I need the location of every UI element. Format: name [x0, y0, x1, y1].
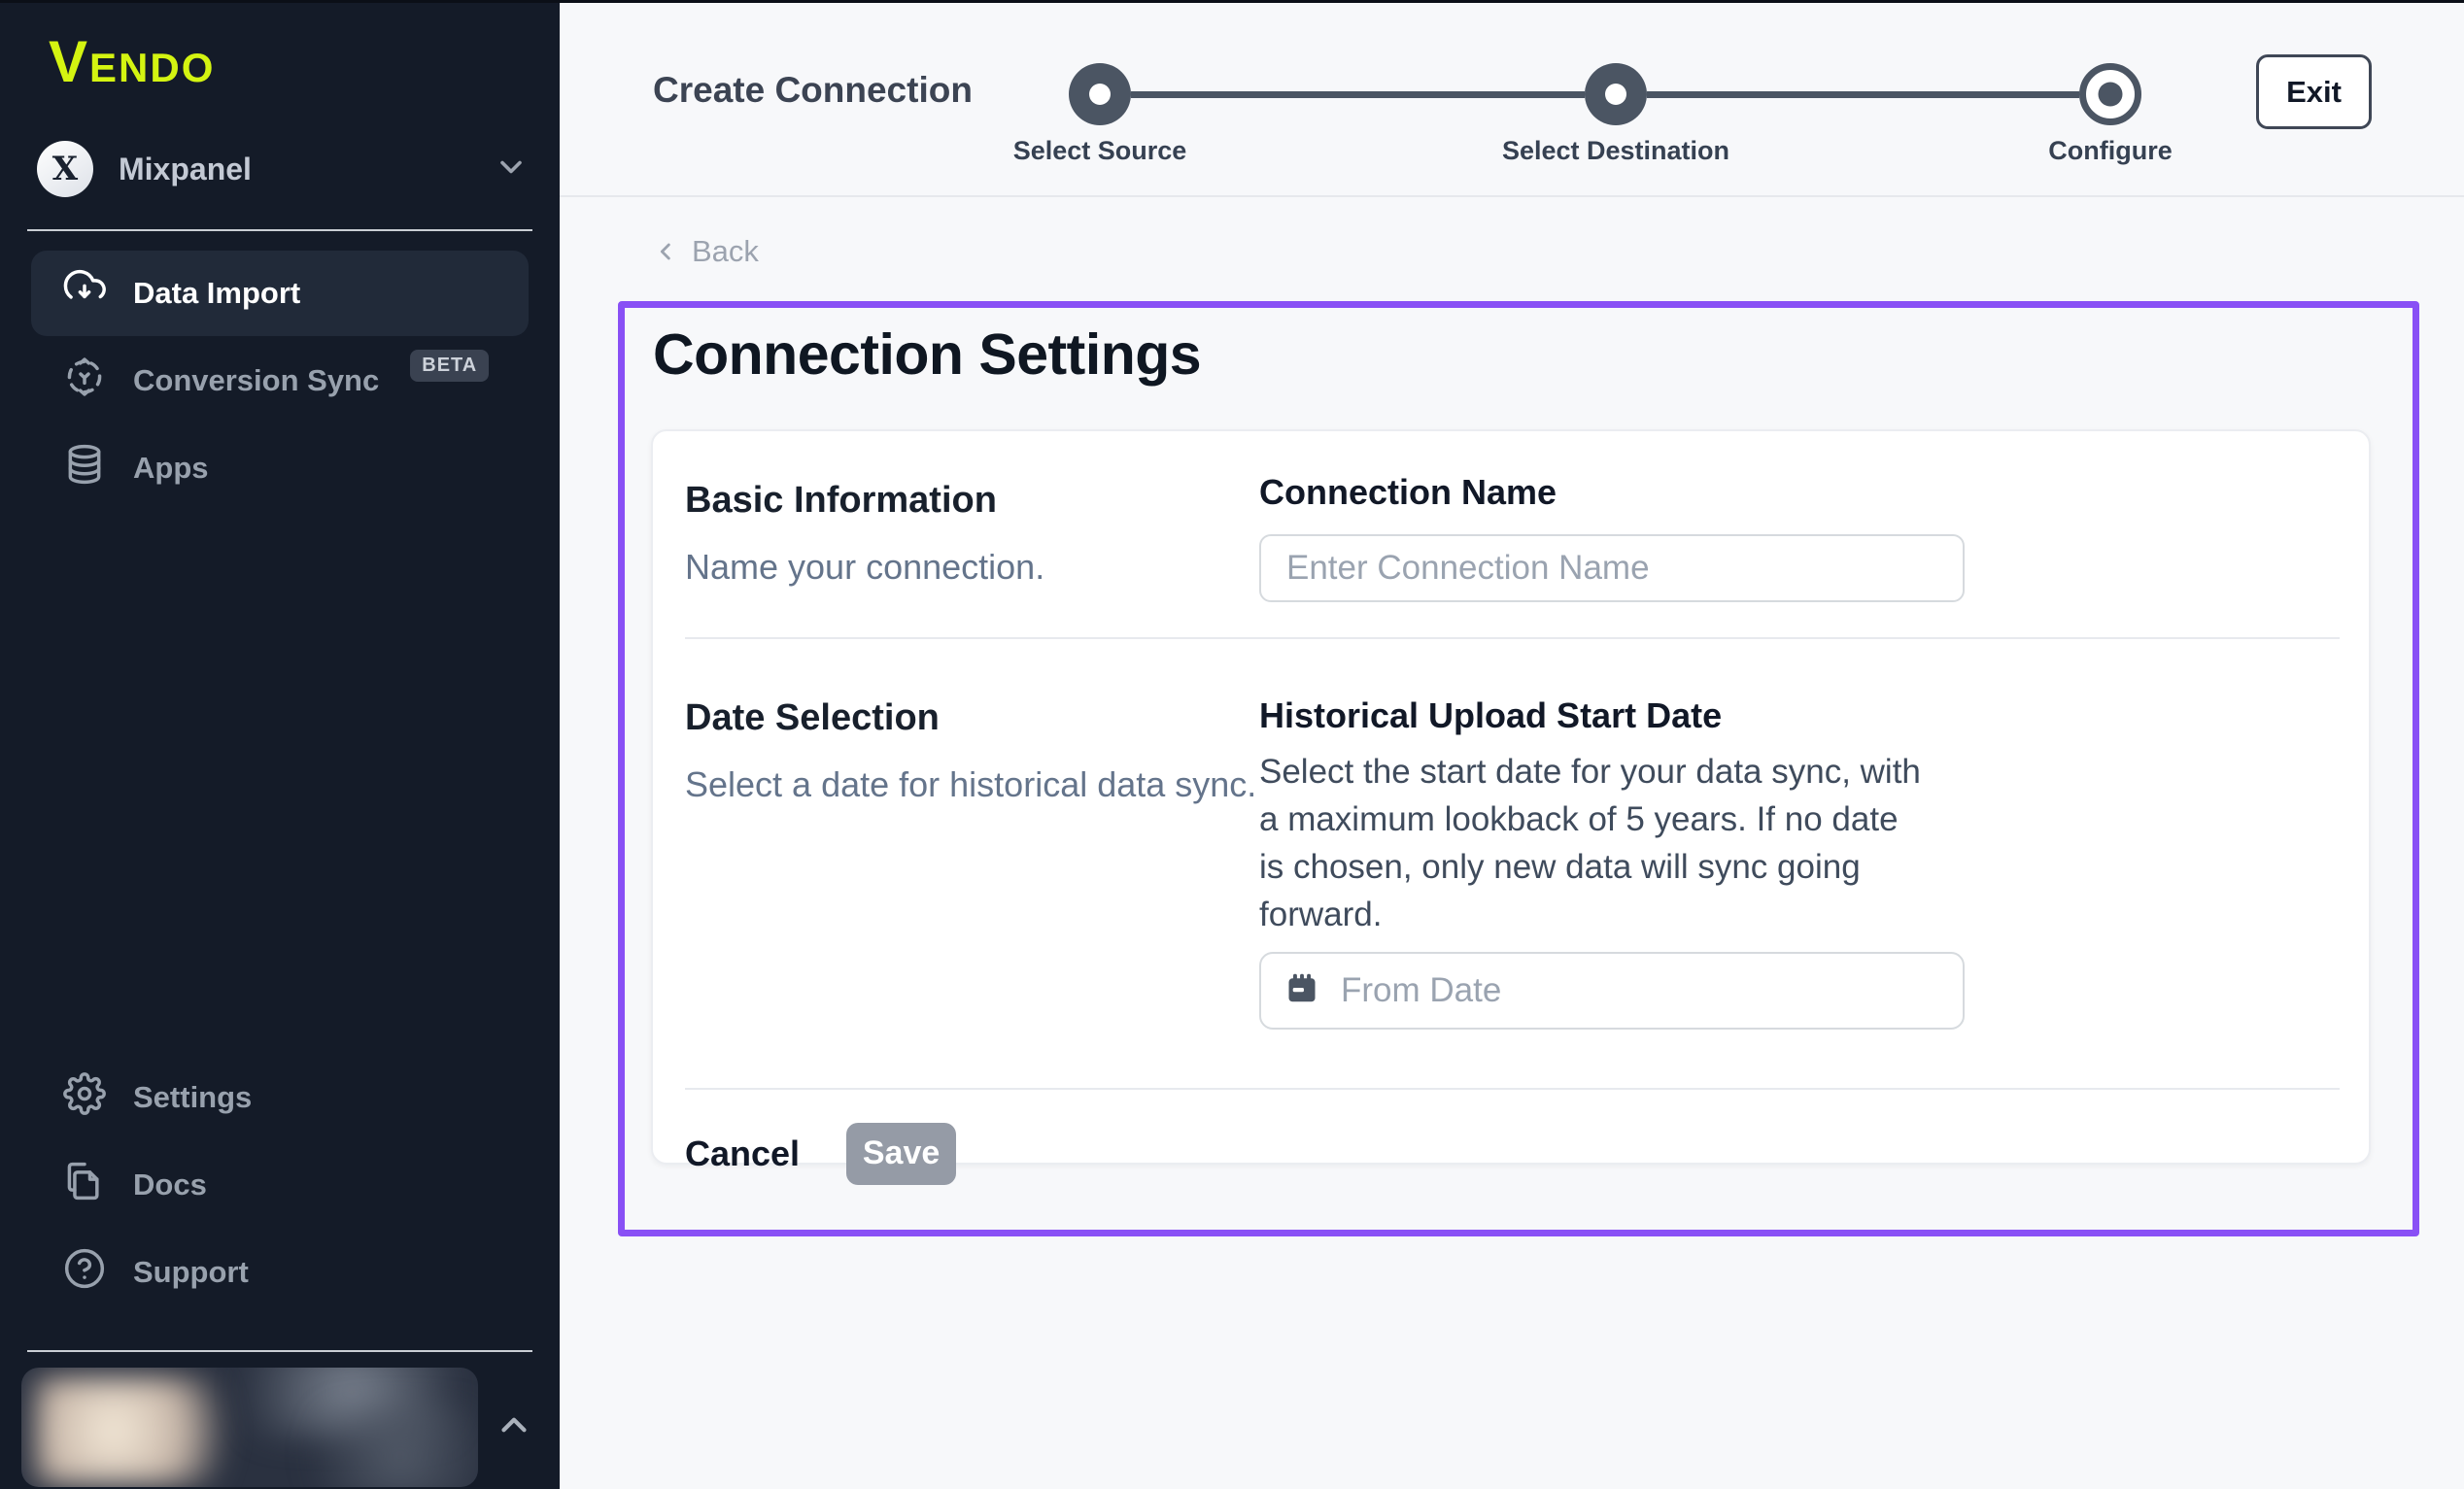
sidebar-item-label: Data Import	[133, 276, 300, 311]
mixpanel-logo-icon: X	[37, 141, 93, 197]
sidebar-nav: Data Import Conversion Sync BETA Apps	[31, 251, 529, 511]
basic-information-title: Basic Information	[685, 478, 1259, 523]
step-label-select-destination: Select Destination	[1451, 136, 1781, 166]
sidebar-divider-top	[27, 229, 532, 231]
basic-information-row: Basic Information Name your connection. …	[685, 431, 2340, 602]
historical-upload-label: Historical Upload Start Date	[1259, 695, 2340, 736]
sidebar-item-support[interactable]: Support	[31, 1230, 529, 1315]
sidebar-item-docs[interactable]: Docs	[31, 1142, 529, 1228]
step-connector-2	[1647, 91, 2079, 98]
cloud-download-icon	[63, 268, 106, 319]
step-connector-1	[1131, 91, 1585, 98]
step-label-configure: Configure	[1945, 136, 2276, 166]
app-window: Vendo X Mixpanel Data Import Conversion …	[0, 0, 2464, 1489]
from-date-field[interactable]	[1259, 952, 1965, 1030]
sidebar-item-label: Support	[133, 1255, 249, 1290]
workspace-name: Mixpanel	[119, 152, 468, 187]
user-profile-blurred	[21, 1368, 478, 1487]
window-top-edge	[0, 0, 2464, 3]
conversion-sync-icon	[63, 355, 106, 406]
sidebar-item-conversion-sync[interactable]: Conversion Sync BETA	[31, 338, 529, 423]
from-date-input[interactable]	[1341, 954, 1939, 1028]
user-profile-menu[interactable]	[21, 1368, 529, 1489]
cancel-button[interactable]: Cancel	[685, 1134, 800, 1174]
basic-information-subtitle: Name your connection.	[685, 546, 1259, 589]
date-selection-subtitle: Select a date for historical data sync.	[685, 763, 1259, 806]
chevron-down-icon	[494, 150, 529, 189]
sidebar-item-label: Apps	[133, 451, 209, 486]
wizard-title: Create Connection	[653, 70, 973, 111]
page-title: Connection Settings	[653, 318, 2413, 392]
connection-name-input[interactable]	[1259, 534, 1965, 602]
chevron-left-icon	[653, 238, 680, 265]
sidebar-item-label: Docs	[133, 1168, 207, 1202]
calendar-icon	[1284, 970, 1319, 1010]
date-selection-row: Date Selection Select a date for histori…	[685, 639, 2340, 1030]
sidebar-item-apps[interactable]: Apps	[31, 425, 529, 511]
save-button[interactable]: Save	[846, 1123, 956, 1185]
exit-button[interactable]: Exit	[2256, 54, 2372, 129]
step-circle-select-destination	[1585, 63, 1647, 125]
beta-badge: BETA	[410, 350, 489, 382]
configure-step-outline: Connection Settings Basic Information Na…	[618, 301, 2419, 1236]
database-icon	[63, 443, 106, 493]
sidebar-divider-bottom	[27, 1350, 532, 1352]
step-label-select-source: Select Source	[935, 136, 1265, 166]
back-label: Back	[692, 234, 759, 269]
connection-name-label: Connection Name	[1259, 472, 2340, 513]
sidebar-item-settings[interactable]: Settings	[31, 1055, 529, 1140]
gear-icon	[63, 1072, 106, 1123]
historical-upload-description: Select the start date for your data sync…	[1259, 748, 1930, 938]
back-link[interactable]: Back	[653, 234, 759, 269]
wizard-header: Create Connection Select Source Select D…	[560, 0, 2464, 197]
card-footer: Cancel Save	[685, 1123, 2340, 1185]
sidebar-item-data-import[interactable]: Data Import	[31, 251, 529, 336]
step-circle-select-source	[1069, 63, 1131, 125]
docs-pages-icon	[63, 1160, 106, 1210]
main-content: Create Connection Select Source Select D…	[560, 0, 2464, 1489]
help-circle-icon	[63, 1247, 106, 1298]
connection-settings-card: Basic Information Name your connection. …	[651, 429, 2371, 1165]
sidebar-item-label: Settings	[133, 1080, 252, 1115]
sidebar: Vendo X Mixpanel Data Import Conversion …	[0, 0, 560, 1489]
chevron-up-icon	[494, 1404, 534, 1450]
sidebar-item-label: Conversion Sync	[133, 363, 379, 398]
step-circle-configure	[2079, 63, 2141, 125]
card-divider	[685, 1088, 2340, 1090]
vendo-logo: Vendo	[49, 33, 529, 91]
sidebar-footer-nav: Settings Docs Support	[31, 1055, 529, 1315]
workspace-switcher[interactable]: X Mixpanel	[37, 138, 529, 200]
date-selection-title: Date Selection	[685, 695, 1259, 740]
